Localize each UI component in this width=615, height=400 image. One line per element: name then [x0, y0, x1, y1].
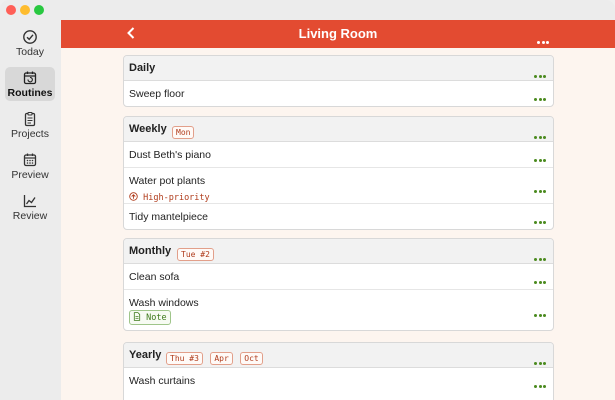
- ellipsis-icon[interactable]: [536, 31, 549, 49]
- app-window: Today Routines Projects Preview Review L…: [0, 0, 615, 400]
- task-more-icon[interactable]: [533, 308, 546, 320]
- section-title: Yearly: [129, 349, 162, 361]
- line-chart-icon: [23, 195, 36, 208]
- note-tag[interactable]: Note: [129, 310, 171, 325]
- sidebar-item-today[interactable]: Today: [5, 26, 55, 60]
- section-title: Monthly: [129, 245, 172, 257]
- document-icon: [133, 312, 141, 321]
- task-row[interactable]: Clean sofa: [124, 264, 553, 290]
- sidebar-item-projects[interactable]: Projects: [5, 108, 55, 142]
- section-header: Yearly Thu #3 Apr Oct: [124, 343, 553, 368]
- sidebar-item-preview[interactable]: Preview: [5, 149, 55, 183]
- schedule-badge: Oct: [240, 352, 263, 365]
- section-weekly: Weekly Mon Dust Beth's piano Water pot p…: [123, 116, 554, 230]
- task-row[interactable]: Wash windows Note: [124, 290, 553, 330]
- task-row[interactable]: Wash curtains: [124, 368, 553, 393]
- task-more-icon[interactable]: [533, 92, 546, 104]
- task-row[interactable]: Water pot plants High-priority: [124, 168, 553, 204]
- note-label: Note: [146, 313, 167, 323]
- clipboard-icon: [24, 111, 36, 127]
- routines-list: Daily Sweep floor Weekly Mon Dust Beth's…: [61, 48, 615, 400]
- sidebar-item-label: Today: [15, 46, 45, 58]
- arrow-up-circle-icon: [129, 192, 138, 201]
- schedule-badge: Mon: [172, 126, 195, 139]
- task-label: Wash windows: [129, 297, 199, 309]
- task-more-icon[interactable]: [533, 215, 546, 227]
- task-more-icon[interactable]: [533, 184, 546, 196]
- priority-label: High-priority: [143, 193, 210, 203]
- task-more-icon[interactable]: [533, 275, 546, 287]
- sidebar-item-label: Routines: [7, 87, 53, 99]
- task-row[interactable]: Dust Beth's piano: [124, 142, 553, 168]
- section-yearly: Yearly Thu #3 Apr Oct Wash curtains: [123, 342, 554, 400]
- calendar-repeat-icon: [23, 71, 37, 85]
- sidebar-item-routines[interactable]: Routines: [5, 67, 55, 101]
- sidebar-item-label: Review: [12, 210, 48, 222]
- page-title: Living Room: [298, 26, 378, 41]
- task-label: Water pot plants: [129, 175, 206, 187]
- minimize-window-button[interactable]: [20, 5, 30, 15]
- task-label: Tidy mantelpiece: [129, 211, 208, 223]
- task-more-icon[interactable]: [533, 153, 546, 165]
- zoom-window-button[interactable]: [34, 5, 44, 15]
- sidebar-item-label: Preview: [11, 169, 49, 181]
- task-row[interactable]: Sweep floor: [124, 81, 553, 106]
- priority-tag: High-priority: [129, 192, 210, 203]
- section-daily: Daily Sweep floor: [123, 55, 554, 107]
- task-label: Clean sofa: [129, 271, 180, 283]
- title-bar: [0, 0, 615, 20]
- section-header: Weekly Mon: [124, 117, 553, 142]
- sidebar-item-review[interactable]: Review: [5, 190, 55, 224]
- task-label: Sweep floor: [129, 88, 185, 100]
- section-header: Monthly Tue #2: [124, 239, 553, 264]
- sidebar-item-label: Projects: [11, 128, 49, 140]
- section-monthly: Monthly Tue #2 Clean sofa Wash windows N…: [123, 238, 554, 331]
- schedule-badge: Tue #2: [177, 248, 214, 261]
- task-label: Wash curtains: [129, 375, 196, 387]
- section-title: Daily: [129, 62, 156, 74]
- task-more-icon[interactable]: [533, 379, 546, 391]
- task-row[interactable]: Tidy mantelpiece: [124, 204, 553, 229]
- schedule-badge: Thu #3: [166, 352, 203, 365]
- check-circle-icon: [23, 30, 37, 44]
- section-title: Weekly: [129, 123, 167, 135]
- top-bar: Living Room: [61, 20, 615, 48]
- schedule-badge: Apr: [210, 352, 233, 365]
- close-window-button[interactable]: [6, 5, 16, 15]
- calendar-grid-icon: [23, 153, 37, 167]
- task-label: Dust Beth's piano: [129, 149, 211, 161]
- sidebar: Today Routines Projects Preview Review: [0, 20, 62, 400]
- section-header: Daily: [124, 56, 553, 81]
